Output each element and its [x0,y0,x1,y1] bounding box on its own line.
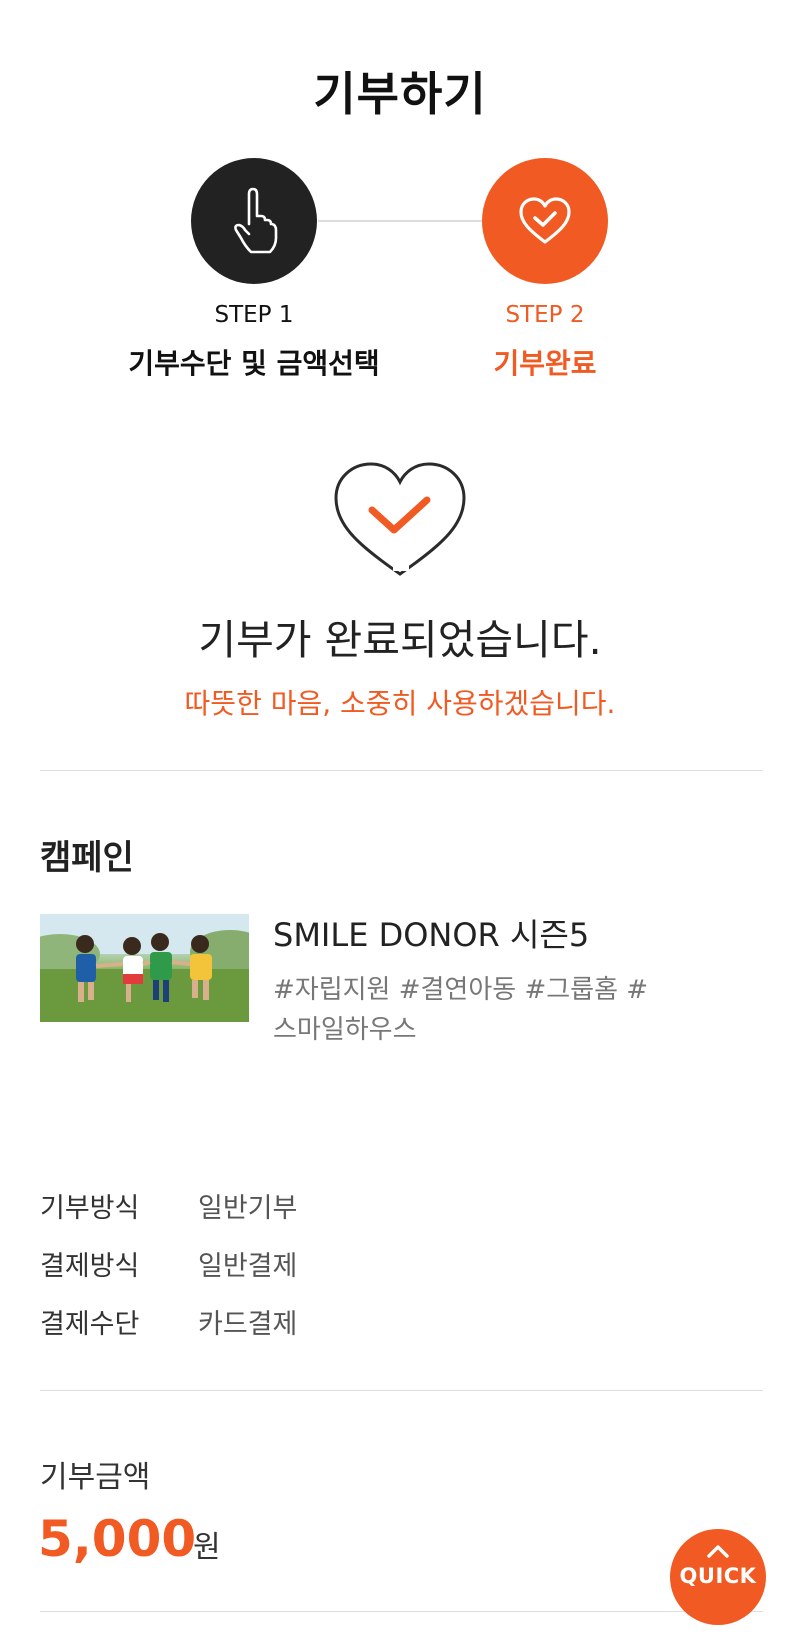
campaign-name[interactable]: SMILE DONOR 시즌5 [273,910,589,956]
info-row-donation-method: 기부방식 일반기부 [40,1186,297,1225]
campaign-tags-line-2: 스마일하우스 [273,1015,417,1045]
info-label: 기부방식 [40,1193,140,1224]
campaign-section-title: 캠페인 [40,838,134,878]
info-row-payment-method: 결제방식 일반결제 [40,1244,297,1283]
donation-amount-unit: 원 [193,1530,221,1565]
info-label: 결제수단 [40,1309,140,1340]
step-1-name: 기부수단 및 금액선택 [128,347,380,380]
divider [40,1390,763,1391]
completion-subtitle: 따뜻한 마음, 소중히 사용하겠습니다. [184,687,616,720]
step-2-name: 기부완료 [493,347,597,380]
quick-button-label: QUICK [679,1564,757,1588]
page-title: 기부하기 [313,67,487,121]
campaign-thumbnail[interactable] [40,914,249,1022]
divider [40,1611,763,1612]
campaign-tags: #자립지원 #결연아동 #그룹홈 # 스마일하우스 [273,970,673,1050]
info-value: 카드결제 [198,1309,298,1340]
completion-title: 기부가 완료되었습니다. [198,616,602,664]
campaign-tags-line-1: #자립지원 #결연아동 #그룹홈 # [273,975,649,1005]
info-value: 일반기부 [198,1193,298,1224]
chevron-up-icon [707,1545,729,1558]
donation-amount-label: 기부금액 [40,1460,151,1495]
divider [40,770,763,771]
hand-pointer-icon [234,187,278,254]
info-value: 일반결제 [198,1251,298,1282]
donation-amount-value: 5,000 [38,1510,197,1568]
heart-check-icon [334,462,466,576]
quick-button[interactable]: QUICK [670,1529,766,1625]
step-connector-line [318,220,482,222]
children-running-image [40,914,249,1022]
info-label: 결제방식 [40,1251,140,1282]
step-1-number: STEP 1 [214,302,294,328]
info-row-payment-means: 결제수단 카드결제 [40,1302,297,1341]
step-2-number: STEP 2 [505,302,585,328]
step-1-circle [191,158,317,284]
step-2-circle [482,158,608,284]
heart-check-icon [519,197,571,244]
